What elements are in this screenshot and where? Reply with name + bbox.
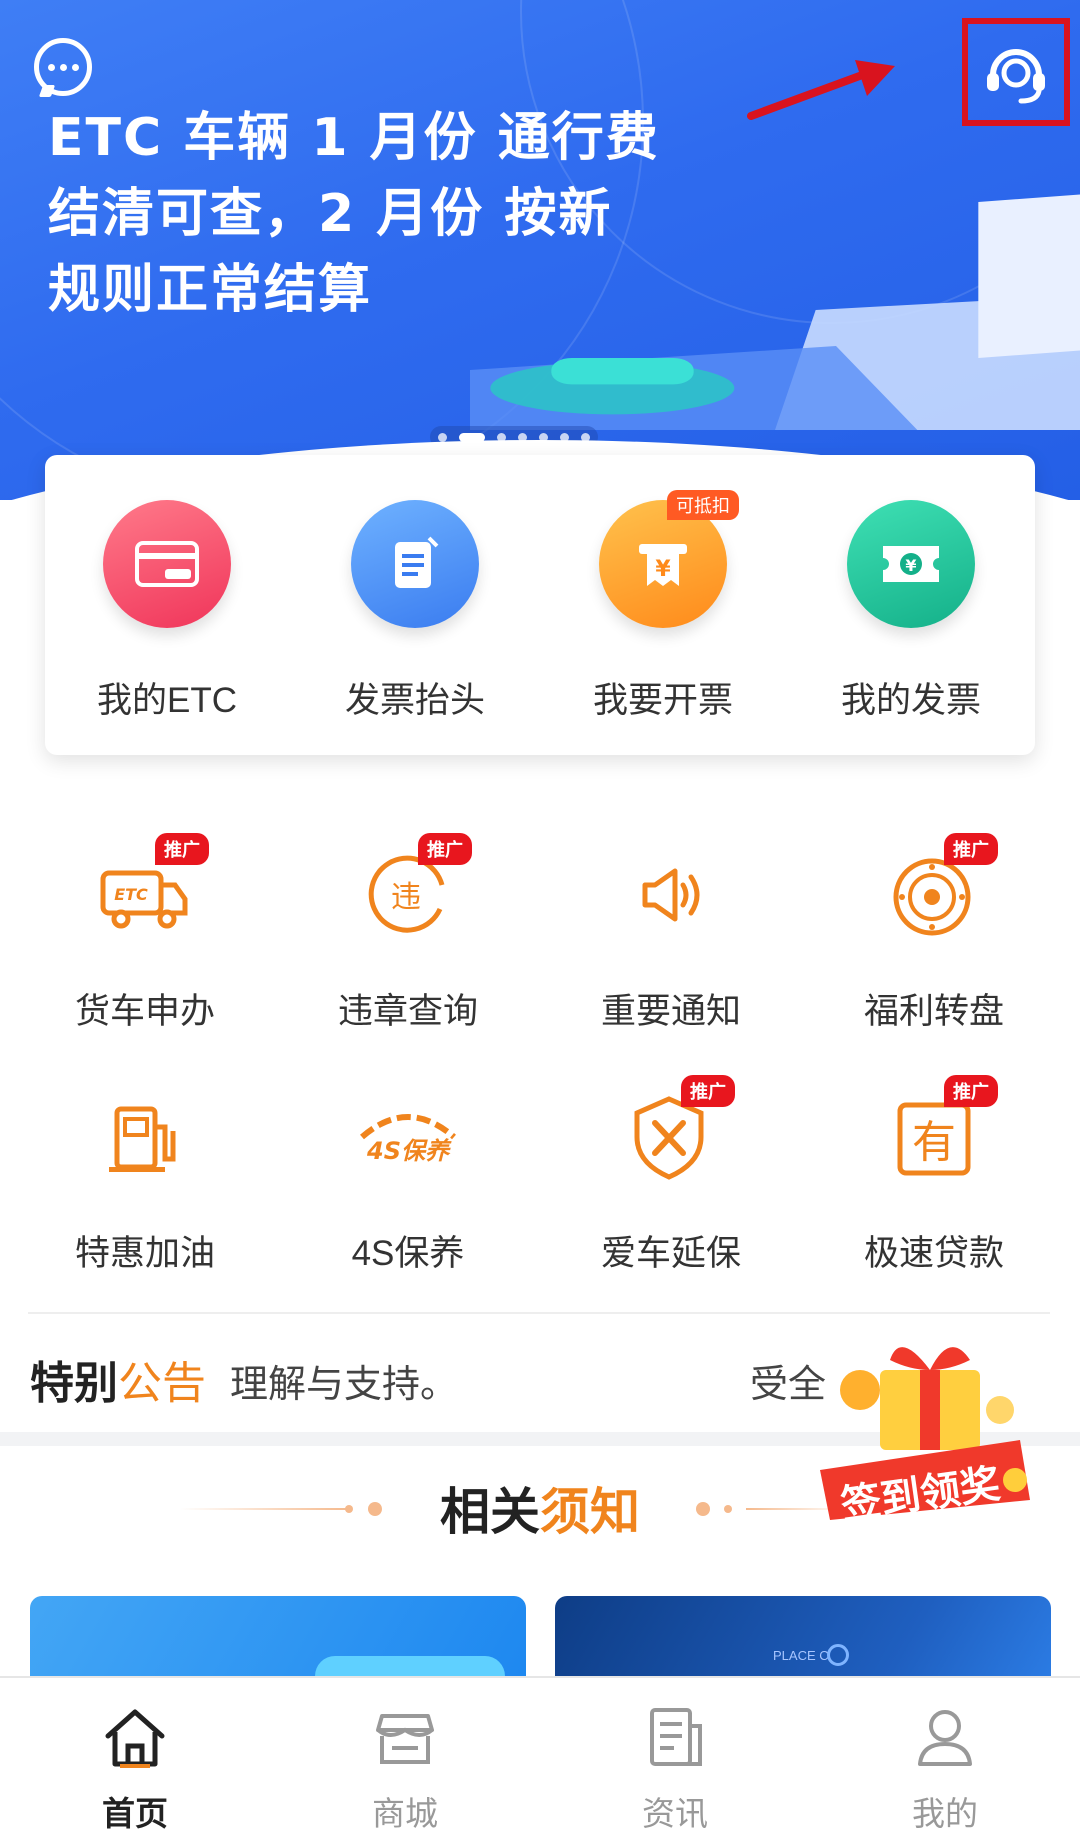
quick-invoice-header[interactable]: 发票抬头 (315, 500, 515, 723)
quick-actions-card: 我的ETC 发票抬头 ¥ 可抵扣 我要开票 ¥ 我的发票 (45, 455, 1035, 755)
news-icon (650, 1708, 702, 1766)
tab-home[interactable]: 首页 (0, 1678, 270, 1843)
svg-text:ETC: ETC (114, 885, 148, 904)
profile-icon (918, 1710, 972, 1766)
quick-label: 我的发票 (840, 681, 981, 720)
quick-label: 发票抬头 (344, 681, 485, 720)
promo-tag: 推广 (681, 1075, 735, 1107)
lucky-wheel-icon: 推广 (884, 833, 998, 945)
4s-maintenance-icon: 4S保养 (348, 1087, 468, 1187)
promo-tag: 推广 (155, 833, 209, 865)
annotation-arrow (747, 60, 895, 120)
loan-icon: 有 推广 (884, 1075, 998, 1187)
title-deco-dot (724, 1505, 732, 1513)
service-truck-apply[interactable]: ETC 推广 货车申办 (30, 833, 260, 1034)
service-fast-loan[interactable]: 有 推广 极速贷款 (819, 1075, 1049, 1276)
tab-label: 商城 (372, 1795, 438, 1832)
svg-text:有: 有 (912, 1117, 956, 1168)
carousel-dot[interactable] (438, 432, 447, 442)
service-label: 违章查询 (337, 992, 478, 1031)
service-label: 福利转盘 (863, 992, 1004, 1031)
store-icon (376, 1714, 434, 1764)
sign-in-reward-button[interactable]: 签到领奖 (800, 1330, 1050, 1540)
shield-wrench-icon: 推广 (621, 1075, 735, 1187)
quick-issue-invoice[interactable]: ¥ 可抵扣 我要开票 (563, 490, 763, 723)
quick-my-etc[interactable]: 我的ETC (67, 500, 267, 723)
etc-truck-icon: ETC 推广 (95, 833, 209, 945)
tab-label: 首页 (102, 1795, 168, 1832)
news-card-1[interactable] (30, 1596, 526, 1676)
promo-tag: 推广 (944, 1075, 998, 1107)
service-label: 重要通知 (600, 992, 741, 1031)
headset-icon (987, 49, 1045, 104)
tab-news[interactable]: 资讯 (540, 1678, 810, 1843)
section-divider (28, 1312, 1050, 1314)
service-fuel-discount[interactable]: 特惠加油 (30, 1087, 260, 1276)
service-label: 4S保养 (351, 1234, 465, 1273)
etc-card-icon (103, 500, 231, 628)
service-label: 货车申办 (74, 992, 215, 1031)
svg-text:¥: ¥ (655, 557, 671, 582)
document-edit-icon (351, 500, 479, 628)
deductible-tag: 可抵扣 (667, 490, 739, 520)
service-4s-maintenance[interactable]: 4S保养 4S保养 (293, 1087, 523, 1276)
home-icon (105, 1709, 165, 1768)
quick-my-invoices[interactable]: ¥ 我的发票 (811, 500, 1011, 723)
promo-tag: 推广 (418, 833, 472, 865)
violation-icon: 违 推广 (358, 833, 472, 945)
quick-label: 我要开票 (592, 681, 733, 720)
invoice-ticket-icon: ¥ (847, 500, 975, 628)
service-label: 爱车延保 (600, 1234, 741, 1273)
title-deco-dot (696, 1502, 710, 1516)
message-icon[interactable] (34, 38, 92, 96)
service-important-notice[interactable]: 重要通知 (556, 845, 786, 1034)
speaker-icon (621, 845, 721, 945)
svg-text:¥: ¥ (905, 556, 916, 575)
tab-label: 资讯 (642, 1795, 708, 1832)
tab-profile[interactable]: 我的 (810, 1678, 1080, 1843)
top-banner[interactable]: ETC 车辆 1 月份 通行费 结清可查，2 月份 按新 规则正常结算 (0, 0, 1080, 500)
fuel-pump-icon (95, 1087, 195, 1187)
service-label: 极速贷款 (863, 1234, 1004, 1273)
svg-text:违: 违 (391, 880, 421, 915)
news-card-decor (315, 1656, 505, 1676)
notice-title: 特别公告 (30, 1359, 206, 1408)
location-pin-icon (827, 1644, 849, 1666)
tab-label: 我的 (912, 1795, 978, 1832)
news-card-caption: PLACE C (773, 1648, 829, 1663)
promo-tag: 推广 (944, 833, 998, 865)
receipt-icon: ¥ 可抵扣 (599, 490, 739, 628)
service-lucky-wheel[interactable]: 推广 福利转盘 (819, 833, 1049, 1034)
svg-text:4S保养: 4S保养 (366, 1137, 452, 1165)
quick-label: 我的ETC (96, 681, 237, 720)
tab-store[interactable]: 商城 (270, 1678, 540, 1843)
bottom-tab-bar: 首页 商城 资讯 我的 (0, 1676, 1080, 1843)
notice-marquee-text[interactable]: 理解与支持。 (230, 1353, 458, 1408)
service-violation-query[interactable]: 违 推广 违章查询 (293, 833, 523, 1034)
customer-service-button[interactable] (962, 18, 1070, 126)
service-label: 特惠加油 (74, 1234, 215, 1273)
news-card-2[interactable]: PLACE C (555, 1596, 1051, 1676)
service-warranty[interactable]: 推广 爱车延保 (556, 1075, 786, 1276)
